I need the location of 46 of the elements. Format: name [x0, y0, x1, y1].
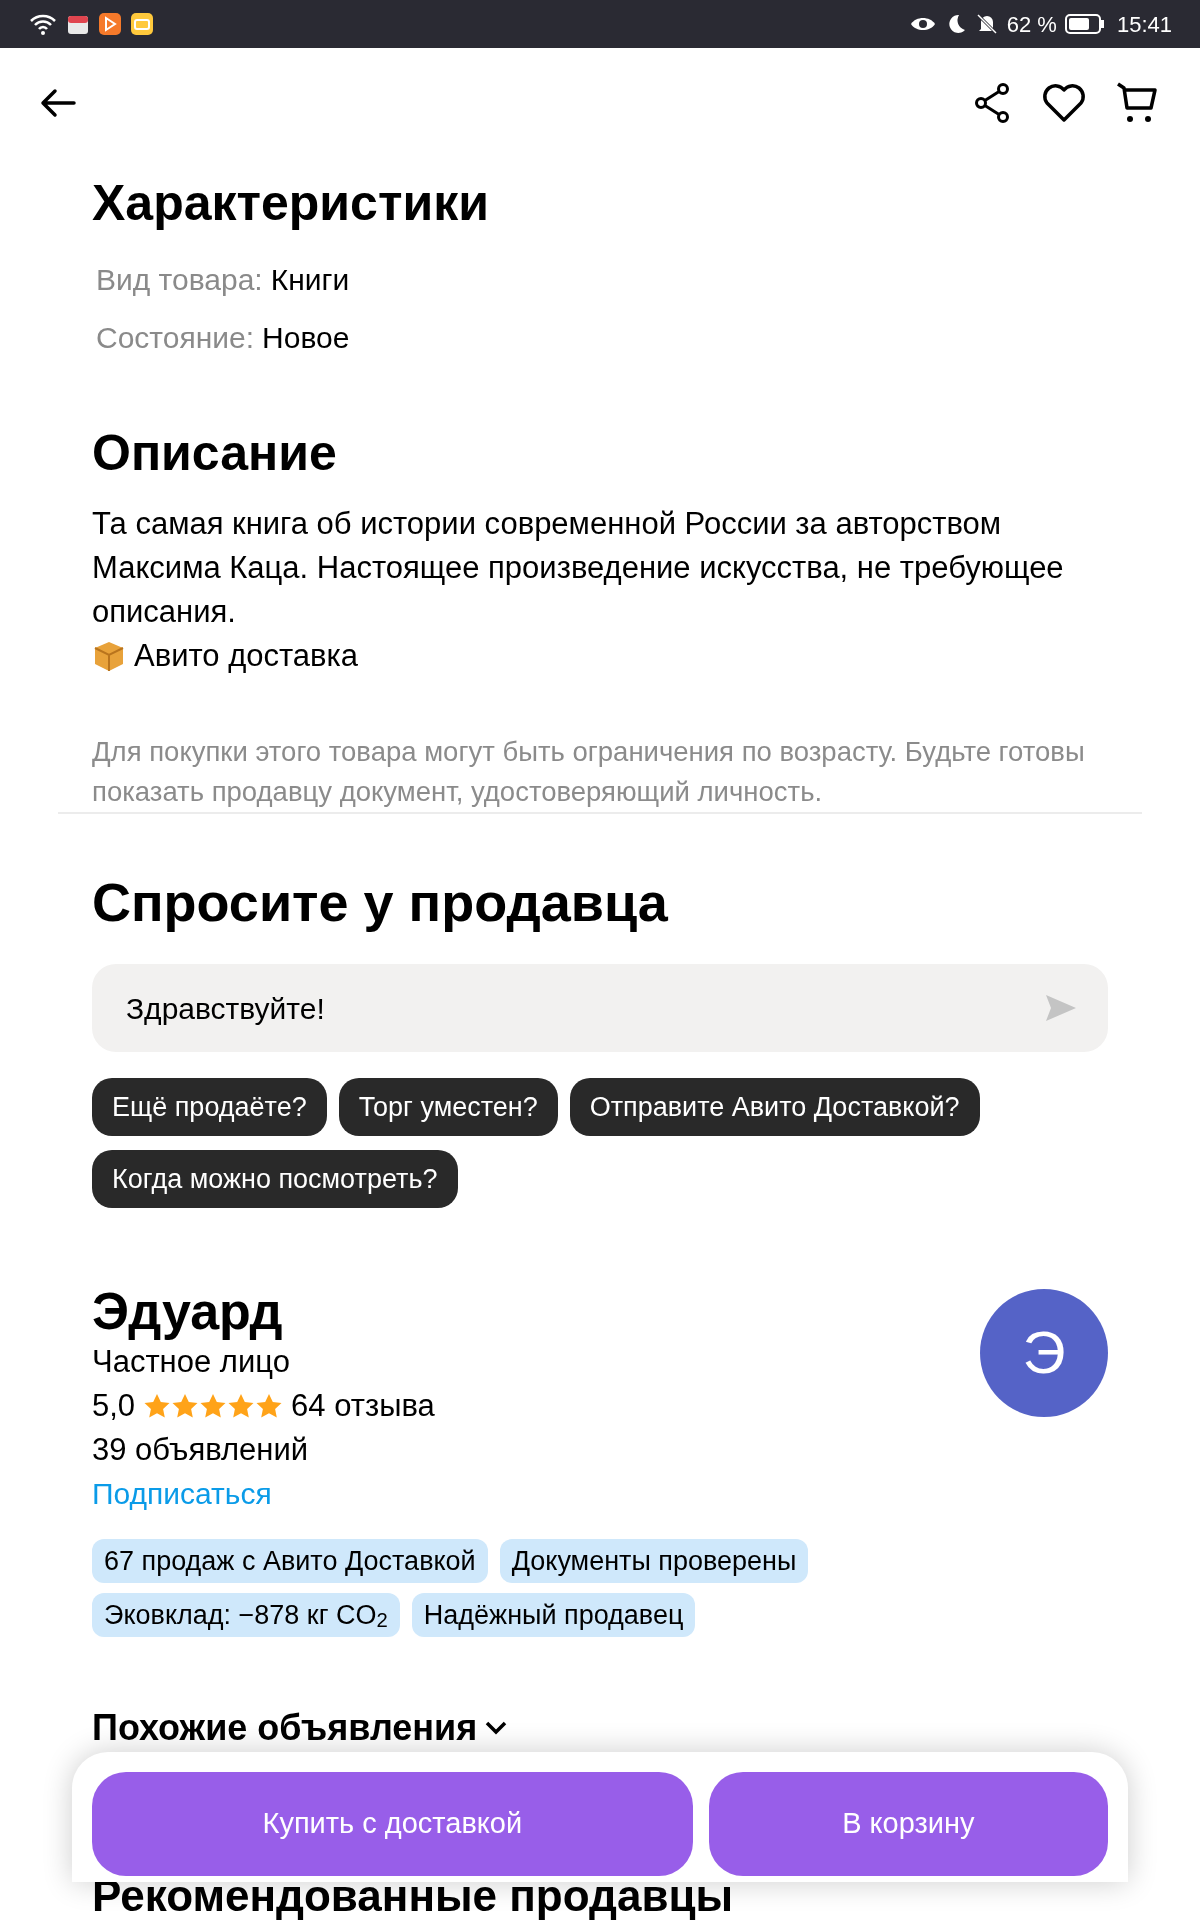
- quick-reply-chip[interactable]: Отправите Авито Доставкой?: [569, 1078, 980, 1136]
- property-value: Новое: [262, 320, 350, 356]
- bell-off-icon: [974, 12, 999, 36]
- package-icon: [92, 639, 126, 673]
- quick-reply-chip[interactable]: Торг уместен?: [338, 1078, 558, 1136]
- property-label: Вид товара:: [96, 262, 263, 298]
- rating-value: 5,0: [92, 1387, 136, 1425]
- star-icon: [143, 1393, 172, 1419]
- section-title: Похожие объявления: [92, 1706, 478, 1750]
- section-title: Описание: [92, 424, 338, 483]
- star-icon: [255, 1393, 284, 1419]
- property-label: Состояние:: [96, 320, 255, 356]
- seller-badge: Эковклад: −878 кг CO$_{2}$: [92, 1593, 400, 1637]
- seller-type: Частное лицо: [92, 1343, 291, 1381]
- listings-count: 39 объявлений: [92, 1431, 310, 1469]
- status-time: 15:41: [1116, 10, 1172, 39]
- section-title: Рекомендованные продавцы: [92, 1874, 735, 1918]
- star-icon: [199, 1393, 228, 1419]
- avatar: Э: [980, 1289, 1108, 1417]
- cart-icon[interactable]: [1116, 81, 1160, 125]
- property-value: Книги: [270, 262, 350, 298]
- wifi-icon: [28, 12, 58, 36]
- message-field[interactable]: Здравствуйте!: [92, 964, 1108, 1052]
- heart-icon[interactable]: [1042, 83, 1086, 123]
- quick-reply-chip[interactable]: Ещё продаёте?: [92, 1078, 327, 1136]
- description-text: Та самая книга об истории современной России за авторством Максима Каца. Настоящее произведение искусства, не требующее описания.: [92, 505, 1065, 631]
- reviews-count: 64 отзыва: [291, 1387, 435, 1425]
- star-icon: [171, 1393, 200, 1419]
- share-icon[interactable]: [972, 82, 1012, 124]
- seller-badge: Документы проверены: [499, 1539, 809, 1583]
- delivery-text: Авито доставка: [134, 637, 359, 675]
- battery-percent: 62 %: [1006, 10, 1057, 39]
- seller-badge: Надёжный продавец: [411, 1593, 696, 1637]
- play-app-icon: [98, 12, 122, 36]
- chevron-down-icon[interactable]: [485, 1721, 508, 1735]
- seller-badge: 67 продаж с Авито Доставкой: [92, 1539, 488, 1583]
- seller-name: Эдуард: [92, 1283, 284, 1340]
- age-notice: Для покупки этого товара могут быть ограничения по возрасту. Будьте готовы показать продавцу документ, удостоверяющий личность.: [92, 735, 1086, 809]
- quick-reply-chip[interactable]: Когда можно посмотреть?: [92, 1150, 458, 1208]
- battery-icon: [1064, 13, 1105, 35]
- action-button[interactable]: В корзину: [708, 1772, 1108, 1876]
- section-title: Характеристики: [92, 174, 490, 233]
- back-arrow-icon[interactable]: [40, 88, 76, 118]
- star-icon: [227, 1393, 256, 1419]
- section-title: Спросите у продавца: [92, 871, 669, 934]
- action-button[interactable]: Купить с доставкой: [92, 1772, 693, 1876]
